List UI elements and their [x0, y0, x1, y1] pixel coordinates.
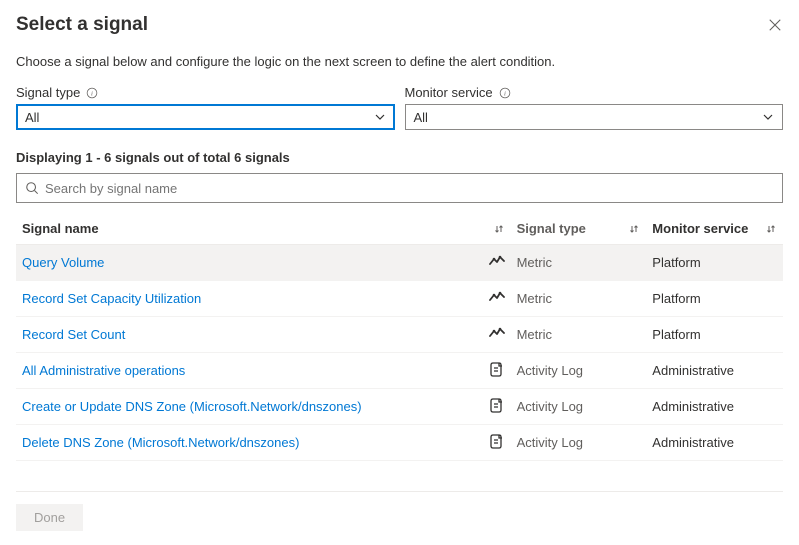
- info-icon[interactable]: i: [499, 87, 511, 99]
- metric-icon: [489, 289, 505, 305]
- monitor-service-value: All: [414, 110, 428, 125]
- signal-name-link[interactable]: Create or Update DNS Zone (Microsoft.Net…: [22, 399, 362, 414]
- table-row[interactable]: All Administrative operations Activity Lo…: [16, 353, 783, 389]
- signal-type-cell: Metric: [511, 281, 647, 317]
- sort-icon: [628, 223, 640, 235]
- monitor-service-cell: Platform: [646, 245, 783, 281]
- signal-name-link[interactable]: Query Volume: [22, 255, 104, 270]
- column-header-type-label: Signal type: [517, 221, 586, 236]
- column-header-name-label: Signal name: [22, 221, 99, 236]
- metric-icon: [489, 253, 505, 269]
- monitor-service-cell: Platform: [646, 317, 783, 353]
- monitor-service-cell: Administrative: [646, 389, 783, 425]
- svg-text:i: i: [504, 90, 506, 97]
- search-box[interactable]: [16, 173, 783, 203]
- sort-icon: [765, 223, 777, 235]
- signal-type-value: All: [25, 110, 39, 125]
- activity-log-icon: [489, 397, 505, 413]
- signal-name-link[interactable]: Record Set Capacity Utilization: [22, 291, 201, 306]
- signal-name-link[interactable]: Record Set Count: [22, 327, 125, 342]
- signal-name-link[interactable]: All Administrative operations: [22, 363, 185, 378]
- table-row[interactable]: Record Set Capacity Utilization MetricPla…: [16, 281, 783, 317]
- search-input[interactable]: [45, 181, 774, 196]
- activity-log-icon: [489, 361, 505, 377]
- subtitle-text: Choose a signal below and configure the …: [16, 54, 783, 69]
- signal-type-cell: Metric: [511, 245, 647, 281]
- signal-type-dropdown[interactable]: All: [16, 104, 395, 130]
- search-icon: [25, 181, 39, 195]
- sort-icon: [493, 223, 505, 235]
- done-button[interactable]: Done: [16, 504, 83, 531]
- signal-type-cell: Activity Log: [511, 389, 647, 425]
- info-icon[interactable]: i: [86, 87, 98, 99]
- signal-type-cell: Activity Log: [511, 353, 647, 389]
- signals-table: Signal name Signal type Monitor service: [16, 213, 783, 461]
- column-header-monitor-label: Monitor service: [652, 221, 748, 236]
- metric-icon: [489, 325, 505, 341]
- table-row[interactable]: Record Set Count MetricPlatform: [16, 317, 783, 353]
- close-icon: [768, 18, 782, 32]
- result-count-text: Displaying 1 - 6 signals out of total 6 …: [16, 150, 783, 165]
- chevron-down-icon: [374, 111, 386, 123]
- monitor-service-cell: Administrative: [646, 425, 783, 461]
- close-button[interactable]: [767, 17, 783, 33]
- column-header-name[interactable]: Signal name: [16, 213, 511, 245]
- column-header-monitor[interactable]: Monitor service: [646, 213, 783, 245]
- table-row[interactable]: Query Volume MetricPlatform: [16, 245, 783, 281]
- monitor-service-cell: Administrative: [646, 353, 783, 389]
- table-row[interactable]: Create or Update DNS Zone (Microsoft.Net…: [16, 389, 783, 425]
- monitor-service-dropdown[interactable]: All: [405, 104, 784, 130]
- svg-text:i: i: [91, 90, 93, 97]
- monitor-service-cell: Platform: [646, 281, 783, 317]
- signal-type-cell: Metric: [511, 317, 647, 353]
- signal-name-link[interactable]: Delete DNS Zone (Microsoft.Network/dnszo…: [22, 435, 299, 450]
- chevron-down-icon: [762, 111, 774, 123]
- signal-type-label: Signal type: [16, 85, 80, 100]
- activity-log-icon: [489, 433, 505, 449]
- signal-type-cell: Activity Log: [511, 425, 647, 461]
- table-row[interactable]: Delete DNS Zone (Microsoft.Network/dnszo…: [16, 425, 783, 461]
- page-title: Select a signal: [16, 14, 148, 36]
- column-header-type[interactable]: Signal type: [511, 213, 647, 245]
- monitor-service-label: Monitor service: [405, 85, 493, 100]
